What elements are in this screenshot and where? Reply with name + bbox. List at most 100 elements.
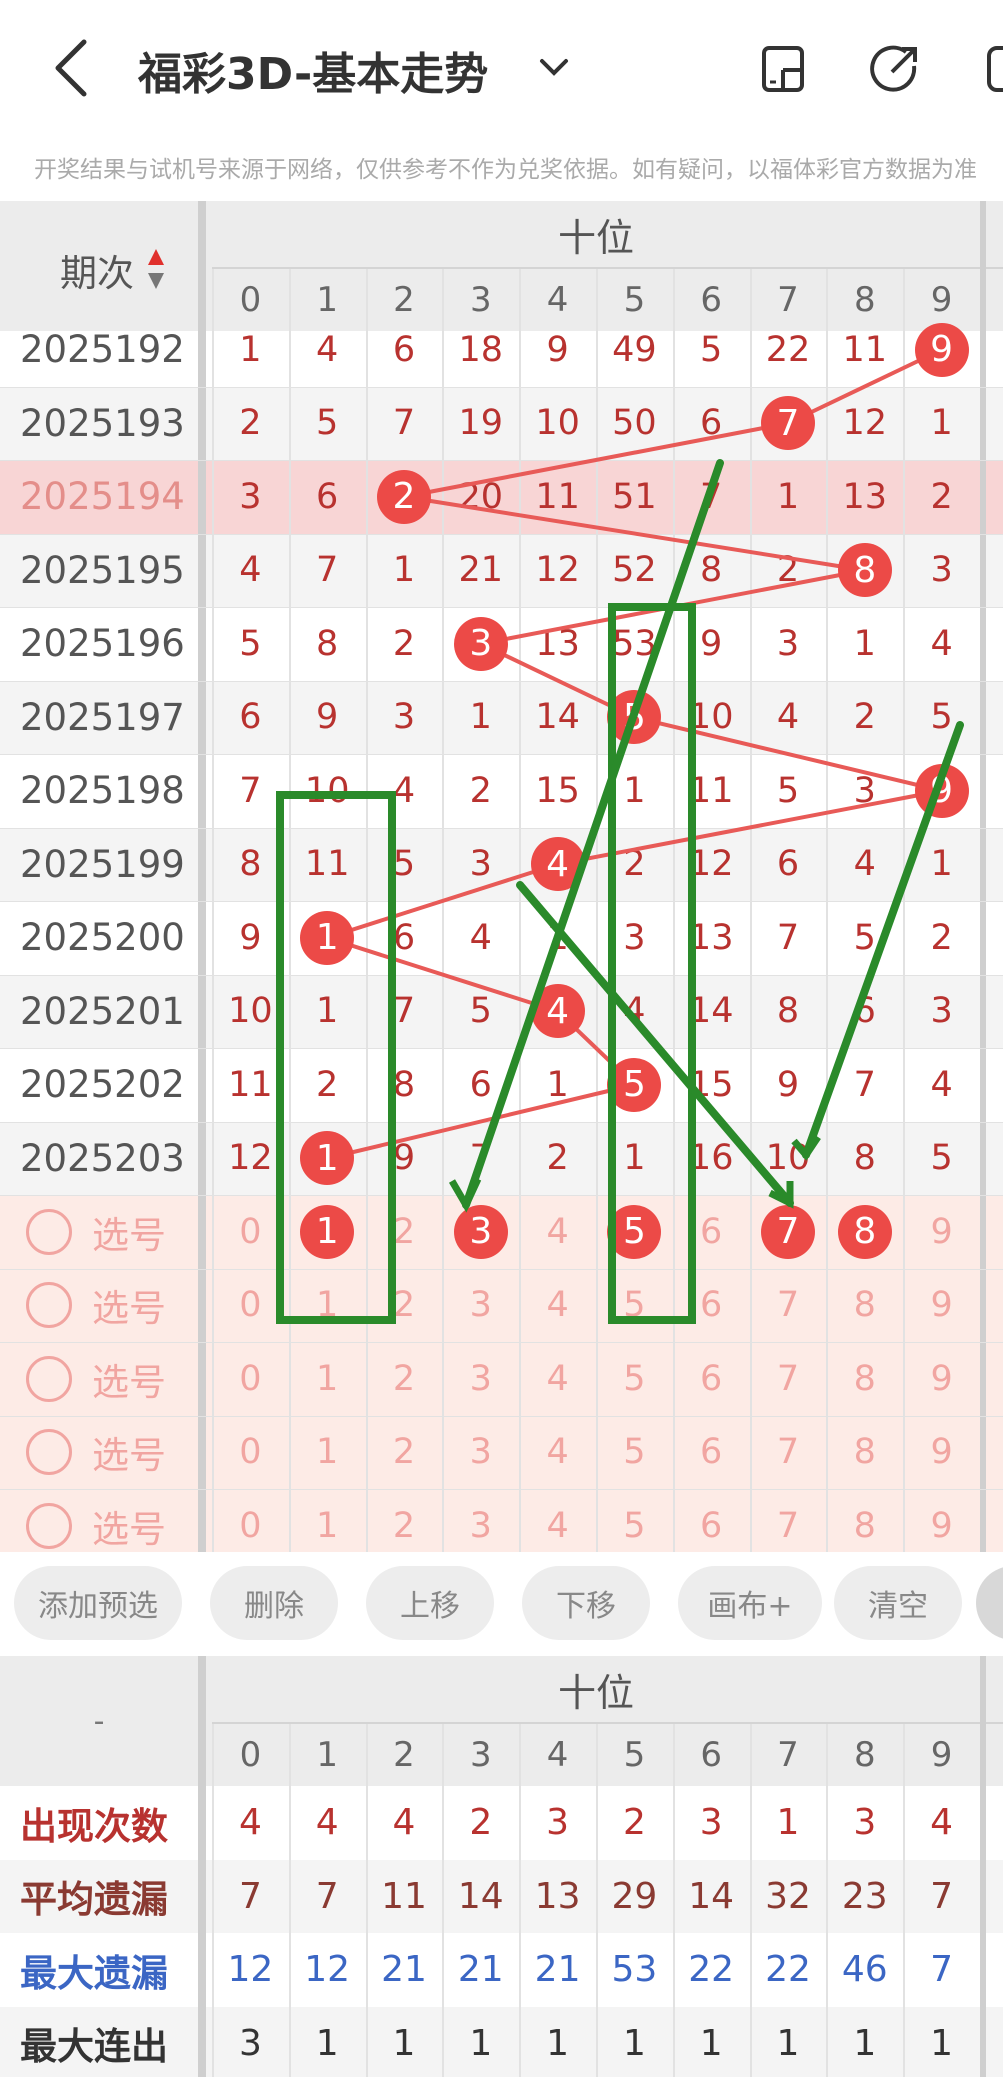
page-title: 福彩3D-基本走势	[138, 49, 489, 100]
stats-value: 1	[622, 2022, 646, 2064]
miss-count: 8	[700, 550, 723, 591]
action-button[interactable]: 删除	[210, 1566, 338, 1640]
issue-number: 2025194	[20, 475, 185, 519]
pick-digit[interactable]: 4	[519, 1342, 596, 1416]
pick-digit[interactable]: 6	[673, 1195, 750, 1269]
radio-circle-icon[interactable]	[26, 1355, 72, 1402]
pick-digit[interactable]: 7	[750, 1416, 827, 1490]
miss-count: 11	[228, 1064, 273, 1105]
pick-digit[interactable]: 9	[903, 1342, 980, 1416]
pick-digit[interactable]: 9	[903, 1416, 980, 1490]
selected-digit-ball[interactable]: 1	[300, 1204, 355, 1259]
pick-digit[interactable]: 0	[212, 1342, 289, 1416]
radio-circle-icon[interactable]	[26, 1208, 72, 1255]
pick-digit[interactable]: 0	[212, 1195, 289, 1269]
miss-count: 2	[853, 697, 876, 738]
pick-digit[interactable]: 3	[442, 1269, 519, 1343]
stats-value: 1	[546, 2022, 570, 2064]
stats-row-label: 最大连出	[20, 2025, 168, 2069]
miss-count: 49	[612, 329, 657, 370]
pick-digit[interactable]: 1	[289, 1416, 366, 1490]
chevron-down-icon[interactable]	[536, 52, 572, 82]
stats-value: 11	[381, 1875, 427, 1917]
pick-digit[interactable]: 5	[596, 1269, 673, 1343]
pick-digit[interactable]: 5	[596, 1416, 673, 1490]
pick-digit[interactable]: 2	[366, 1195, 443, 1269]
pick-digit[interactable]: 2	[366, 1416, 443, 1490]
miss-count: 6	[316, 476, 339, 517]
action-button[interactable]: 画布+	[678, 1566, 822, 1640]
section-header-tens: 十位	[557, 215, 634, 260]
stats-value: 22	[688, 1949, 735, 1991]
miss-count: 2	[546, 1138, 569, 1179]
split-view-icon[interactable]	[758, 44, 808, 94]
miss-count: 53	[612, 623, 657, 664]
action-button[interactable]: 清空	[834, 1566, 962, 1640]
selected-digit-ball[interactable]: 5	[607, 1204, 662, 1259]
selected-digit-ball[interactable]: 8	[837, 1204, 892, 1259]
miss-count: 6	[700, 403, 723, 444]
scroll-more-button[interactable]	[976, 1566, 1003, 1640]
pick-digit[interactable]: 6	[673, 1342, 750, 1416]
pick-digit[interactable]: 1	[289, 1269, 366, 1343]
pick-digit[interactable]: 7	[750, 1342, 827, 1416]
pick-digit[interactable]: 3	[442, 1416, 519, 1490]
pick-digit[interactable]: 7	[750, 1269, 827, 1343]
radio-circle-icon[interactable]	[26, 1282, 72, 1329]
pick-digit[interactable]: 2	[366, 1342, 443, 1416]
pick-digit[interactable]: 1	[289, 1342, 366, 1416]
miss-count: 16	[688, 1138, 734, 1179]
pick-digit[interactable]: 0	[212, 1416, 289, 1490]
share-icon[interactable]	[870, 44, 920, 94]
miss-count: 3	[930, 991, 953, 1032]
pick-digit[interactable]: 6	[673, 1416, 750, 1490]
stats-digit-header: 8	[853, 1735, 876, 1775]
pick-digit[interactable]: 4	[519, 1416, 596, 1490]
stats-value: 14	[457, 1875, 504, 1917]
action-button[interactable]: 上移	[366, 1566, 494, 1640]
selected-digit-ball[interactable]: 7	[761, 1204, 815, 1259]
miss-count: 7	[316, 550, 339, 591]
selected-digit-ball[interactable]: 3	[453, 1204, 508, 1259]
miss-count: 4	[392, 770, 416, 811]
pick-digit[interactable]: 0	[212, 1269, 289, 1343]
more-icon[interactable]	[985, 44, 1003, 94]
pick-digit[interactable]: 3	[442, 1342, 519, 1416]
stats-value: 4	[315, 1802, 339, 1844]
period-header[interactable]: 期次	[60, 243, 134, 297]
pick-digit[interactable]: 8	[826, 1342, 903, 1416]
pick-digit[interactable]: 4	[519, 1195, 596, 1269]
pick-number-button[interactable]: 选号	[26, 1427, 166, 1477]
pick-digit[interactable]: 8	[826, 1416, 903, 1490]
back-arrow-icon[interactable]	[48, 36, 98, 100]
action-button[interactable]: 下移	[522, 1566, 650, 1640]
pick-digit[interactable]: 9	[903, 1195, 980, 1269]
pick-number-button[interactable]: 选号	[26, 1501, 166, 1551]
miss-count: 7	[392, 991, 416, 1032]
miss-count: 6	[853, 991, 876, 1032]
pick-digit[interactable]: 9	[903, 1269, 980, 1343]
radio-circle-icon[interactable]	[26, 1502, 72, 1549]
pick-number-button[interactable]: 选号	[26, 1207, 166, 1257]
miss-count: 4	[853, 844, 876, 885]
pick-digit[interactable]: 4	[519, 1269, 596, 1343]
miss-count: 3	[623, 917, 646, 958]
hit-ball: 3	[453, 616, 508, 671]
pick-digit[interactable]: 8	[826, 1269, 903, 1343]
action-button[interactable]: 添加预选	[14, 1566, 182, 1640]
miss-count: 5	[930, 1138, 953, 1179]
miss-count: 8	[392, 1064, 416, 1105]
pick-label: 选号	[92, 1434, 166, 1478]
sort-icon[interactable]	[146, 247, 166, 291]
miss-count: 1	[623, 770, 646, 811]
radio-circle-icon[interactable]	[26, 1429, 72, 1476]
pick-digit[interactable]: 2	[366, 1269, 443, 1343]
miss-count: 13	[688, 917, 734, 958]
pick-digit[interactable]: 6	[673, 1269, 750, 1343]
pick-number-button[interactable]: 选号	[26, 1280, 166, 1330]
pick-number-button[interactable]: 选号	[26, 1354, 166, 1404]
miss-count: 50	[612, 403, 657, 444]
miss-count: 6	[239, 697, 262, 738]
pick-digit[interactable]: 5	[596, 1342, 673, 1416]
stats-value: 1	[699, 2022, 723, 2064]
